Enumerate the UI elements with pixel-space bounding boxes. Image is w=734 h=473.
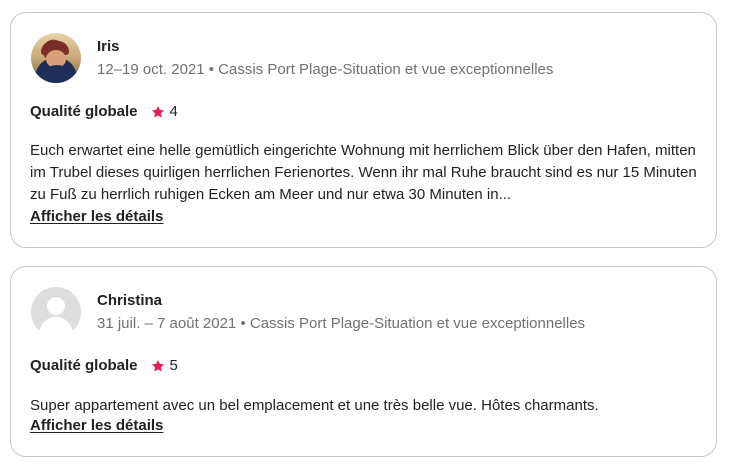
rating-label: Qualité globale bbox=[30, 103, 138, 120]
rating-value: 4 bbox=[169, 103, 178, 120]
star-icon bbox=[151, 105, 164, 117]
avatar[interactable] bbox=[31, 287, 81, 337]
rating-label: Qualité globale bbox=[30, 357, 138, 374]
star-icon bbox=[151, 359, 164, 371]
reviewer-name: Iris bbox=[97, 38, 120, 55]
review-meta: 12–19 oct. 2021 • Cassis Port Plage-Situ… bbox=[97, 61, 554, 78]
review-card: Christina 31 juil. – 7 août 2021 • Cassi… bbox=[10, 266, 717, 457]
show-details-link[interactable]: Afficher les détails bbox=[30, 417, 163, 434]
review-text: Super appartement avec un bel emplacemen… bbox=[30, 397, 599, 414]
avatar-placeholder-shoulders bbox=[39, 317, 73, 337]
avatar-body bbox=[37, 65, 77, 83]
reviewer-name: Christina bbox=[97, 292, 163, 309]
avatar-placeholder-head bbox=[47, 297, 65, 315]
rating-row: Qualité globale 4 bbox=[30, 103, 178, 120]
review-text: Euch erwartet eine helle gemütlich einge… bbox=[30, 142, 697, 203]
review-card: Iris 12–19 oct. 2021 • Cassis Port Plage… bbox=[10, 12, 717, 248]
show-details-link[interactable]: Afficher les détails bbox=[30, 208, 163, 225]
review-meta: 31 juil. – 7 août 2021 • Cassis Port Pla… bbox=[97, 315, 586, 332]
rating-row: Qualité globale 5 bbox=[30, 357, 178, 374]
rating-value: 5 bbox=[169, 357, 178, 374]
avatar[interactable] bbox=[31, 33, 81, 83]
